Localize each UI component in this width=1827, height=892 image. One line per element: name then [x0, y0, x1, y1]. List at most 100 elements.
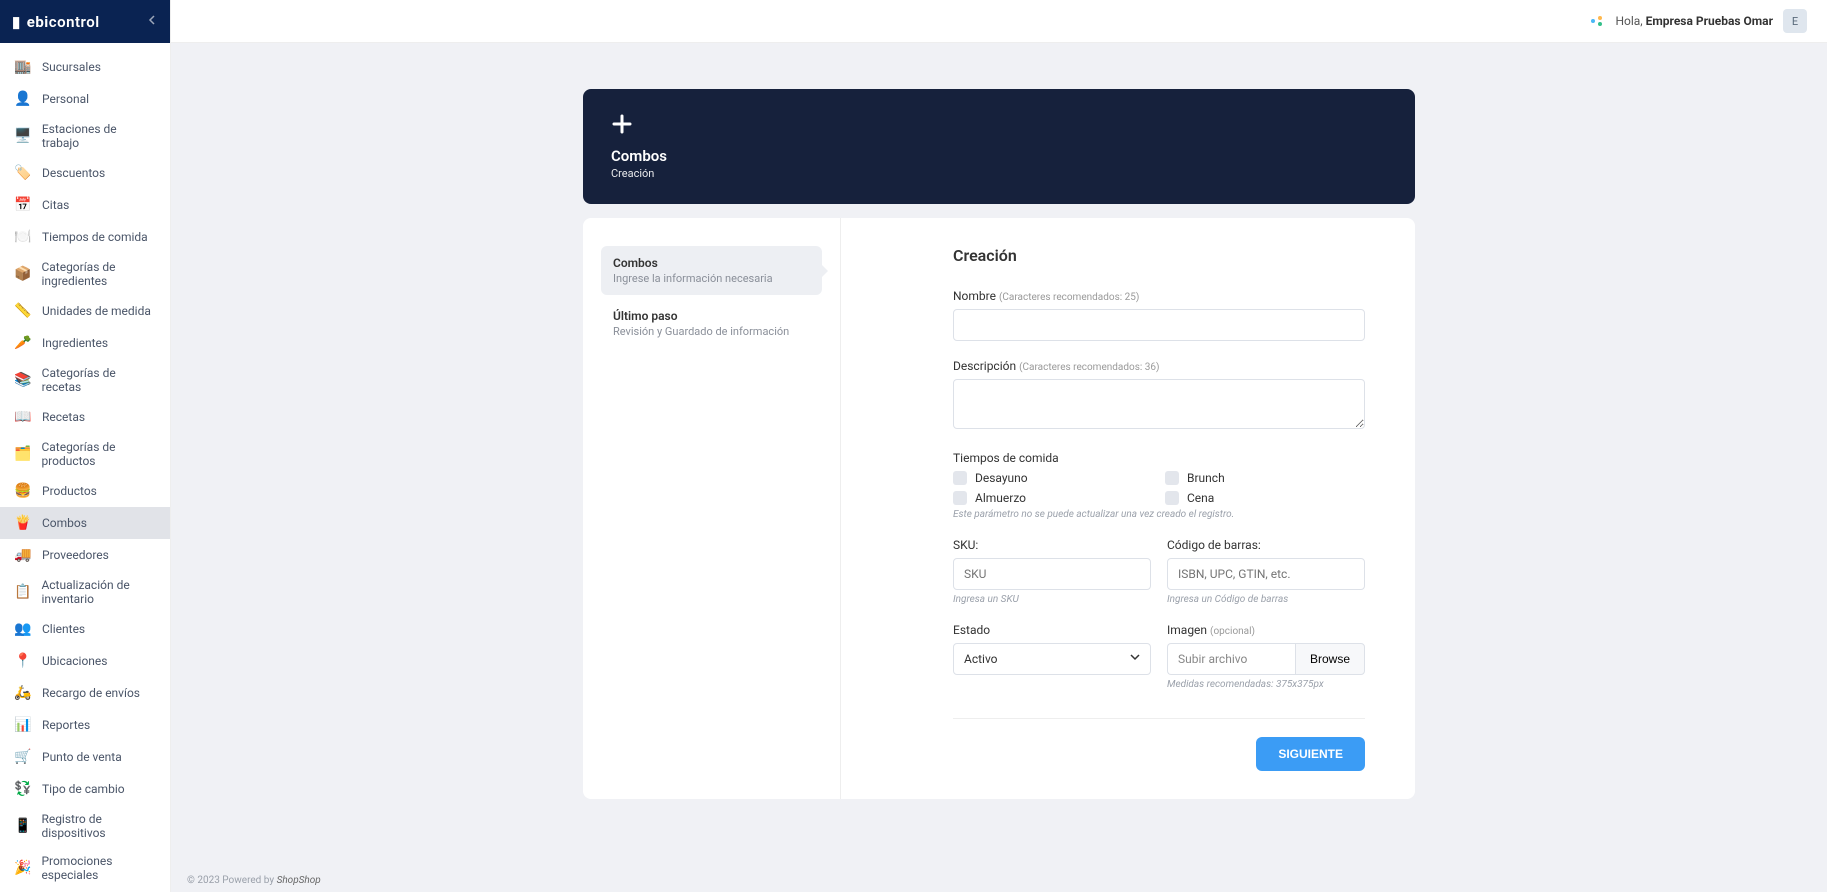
sidebar-item-7[interactable]: 📏Unidades de medida: [0, 295, 170, 327]
name-input[interactable]: [953, 309, 1365, 341]
nav-icon: 📍: [14, 652, 32, 670]
mealtime-option-3[interactable]: Cena: [1165, 491, 1365, 505]
hero-subtitle: Creación: [611, 167, 1387, 180]
field-image: Imagen (opcional) Subir archivo Browse M…: [1167, 623, 1365, 690]
sidebar-item-4[interactable]: 📅 Citas: [0, 189, 170, 221]
logo-suffix: control: [49, 13, 100, 31]
sidebar-collapse-icon[interactable]: [148, 14, 158, 29]
step-title: Último paso: [613, 309, 810, 323]
barcode-label: Código de barras:: [1167, 538, 1365, 552]
nav-icon: 📦: [14, 265, 31, 283]
nav-icon: 📚: [14, 371, 32, 389]
nav-label: Categorías de ingredientes: [41, 260, 156, 288]
footer-text: © 2023 Powered by: [187, 875, 277, 886]
greeting: Hola, Empresa Pruebas Omar: [1615, 14, 1773, 28]
nav-label: Reportes: [42, 718, 90, 732]
field-mealtimes: Tiempos de comida Desayuno Brunch Almuerzo…: [953, 451, 1365, 520]
field-name: Nombre (Caracteres recomendados: 25): [953, 289, 1365, 341]
form-actions: SIGUIENTE: [953, 718, 1365, 771]
nav-icon: 🚚: [14, 546, 32, 564]
steps-panel: CombosIngrese la información necesariaÚl…: [583, 218, 841, 799]
mealtime-option-0[interactable]: Desayuno: [953, 471, 1153, 485]
sparkle-icon[interactable]: [1589, 13, 1605, 29]
browse-button[interactable]: Browse: [1295, 643, 1365, 675]
topbar-right: Hola, Empresa Pruebas Omar E: [1589, 9, 1807, 33]
nav-icon: 🛒: [14, 748, 32, 766]
sidebar-item-10[interactable]: 📖Recetas: [0, 401, 170, 433]
app-logo: ▮ ebicontrol: [12, 13, 100, 31]
sidebar-item-11[interactable]: 🗂️Categorías de productos: [0, 433, 170, 475]
sidebar-item-3[interactable]: 🏷️Descuentos: [0, 157, 170, 189]
sidebar-item-8[interactable]: 🥕 Ingredientes: [0, 327, 170, 359]
sku-label: SKU:: [953, 538, 1151, 552]
next-button[interactable]: SIGUIENTE: [1256, 737, 1365, 771]
sidebar-item-21[interactable]: 💱Tipo de cambio: [0, 773, 170, 805]
mealtime-option-2[interactable]: Almuerzo: [953, 491, 1153, 505]
nav-label: Combos: [42, 516, 87, 530]
step-desc: Revisión y Guardado de información: [613, 325, 810, 338]
sidebar-item-23[interactable]: 🎉Promociones especiales: [0, 847, 170, 889]
status-select[interactable]: Activo: [953, 643, 1151, 675]
topbar: Hola, Empresa Pruebas Omar E: [171, 0, 1827, 43]
sidebar-item-9[interactable]: 📚Categorías de recetas: [0, 359, 170, 401]
nav-label: Unidades de medida: [42, 304, 151, 318]
nav-label: Actualización de inventario: [41, 578, 156, 606]
nav-icon: 🍟: [14, 514, 32, 532]
sidebar-item-1[interactable]: 👤Personal: [0, 83, 170, 115]
step-1[interactable]: Último paso Revisión y Guardado de inform…: [601, 299, 822, 348]
image-label-text: Imagen: [1167, 623, 1207, 637]
nav-icon: 👤: [14, 90, 32, 108]
nav-label: Estaciones de trabajo: [42, 122, 156, 150]
sidebar-item-22[interactable]: 📱Registro de dispositivos: [0, 805, 170, 847]
barcode-input[interactable]: [1167, 558, 1365, 590]
file-placeholder[interactable]: Subir archivo: [1167, 643, 1295, 675]
field-status: Estado Activo: [953, 623, 1151, 690]
step-0[interactable]: CombosIngrese la información necesaria: [601, 246, 822, 295]
nav-icon: 🥕: [14, 334, 32, 352]
nav-icon: 📅: [14, 196, 32, 214]
image-optional: (opcional): [1210, 626, 1255, 637]
logo-icon: ▮: [12, 13, 21, 31]
sidebar-item-0[interactable]: 🏬Sucursales: [0, 51, 170, 83]
nav-icon: 🗂️: [14, 445, 31, 463]
field-description: Descripción (Caracteres recomendados: 36…: [953, 359, 1365, 433]
checkbox-icon: [953, 491, 967, 505]
sidebar-item-6[interactable]: 📦 Categorías de ingredientes: [0, 253, 170, 295]
nav-label: Clientes: [42, 622, 85, 636]
sidebar-header: ▮ ebicontrol: [0, 0, 170, 43]
sidebar-item-15[interactable]: 📋 Actualización de inventario: [0, 571, 170, 613]
mealtime-label: Desayuno: [975, 471, 1028, 485]
sidebar-item-18[interactable]: 🛵Recargo de envíos: [0, 677, 170, 709]
sidebar-item-5[interactable]: 🍽️Tiempos de comida: [0, 221, 170, 253]
nav-label: Citas: [42, 198, 69, 212]
sidebar-item-17[interactable]: 📍Ubicaciones: [0, 645, 170, 677]
sidebar-item-2[interactable]: 🖥️Estaciones de trabajo: [0, 115, 170, 157]
field-barcode: Código de barras: Ingresa un Código de b…: [1167, 538, 1365, 605]
nav-label: Ingredientes: [42, 336, 108, 350]
avatar[interactable]: E: [1783, 9, 1807, 33]
sidebar-item-14[interactable]: 🚚Proveedores: [0, 539, 170, 571]
sku-input[interactable]: [953, 558, 1151, 590]
name-hint: (Caracteres recomendados: 25): [999, 292, 1139, 303]
description-label: Descripción (Caracteres recomendados: 36…: [953, 359, 1365, 373]
sidebar-item-13[interactable]: 🍟 Combos: [0, 507, 170, 539]
nav-icon: 🍔: [14, 482, 32, 500]
step-title: Combos: [613, 256, 810, 270]
name-label-text: Nombre: [953, 289, 996, 303]
mealtime-option-1[interactable]: Brunch: [1165, 471, 1365, 485]
nav-label: Punto de venta: [42, 750, 122, 764]
nav-label: Recargo de envíos: [42, 686, 140, 700]
sidebar-item-12[interactable]: 🍔Productos: [0, 475, 170, 507]
nav-label: Sucursales: [42, 60, 101, 74]
nav-icon: 📋: [14, 583, 31, 601]
sidebar-item-20[interactable]: 🛒 Punto de venta: [0, 741, 170, 773]
checkbox-icon: [1165, 491, 1179, 505]
sidebar-item-16[interactable]: 👥Clientes: [0, 613, 170, 645]
mealtimes-options: Desayuno Brunch Almuerzo Cena: [953, 471, 1365, 505]
nav-icon: 🎉: [14, 859, 31, 877]
mealtimes-label: Tiempos de comida: [953, 451, 1365, 465]
footer-link[interactable]: ShopShop: [277, 875, 321, 886]
description-input[interactable]: [953, 379, 1365, 429]
footer: © 2023 Powered by ShopShop: [171, 869, 1827, 892]
sidebar-item-19[interactable]: 📊Reportes: [0, 709, 170, 741]
